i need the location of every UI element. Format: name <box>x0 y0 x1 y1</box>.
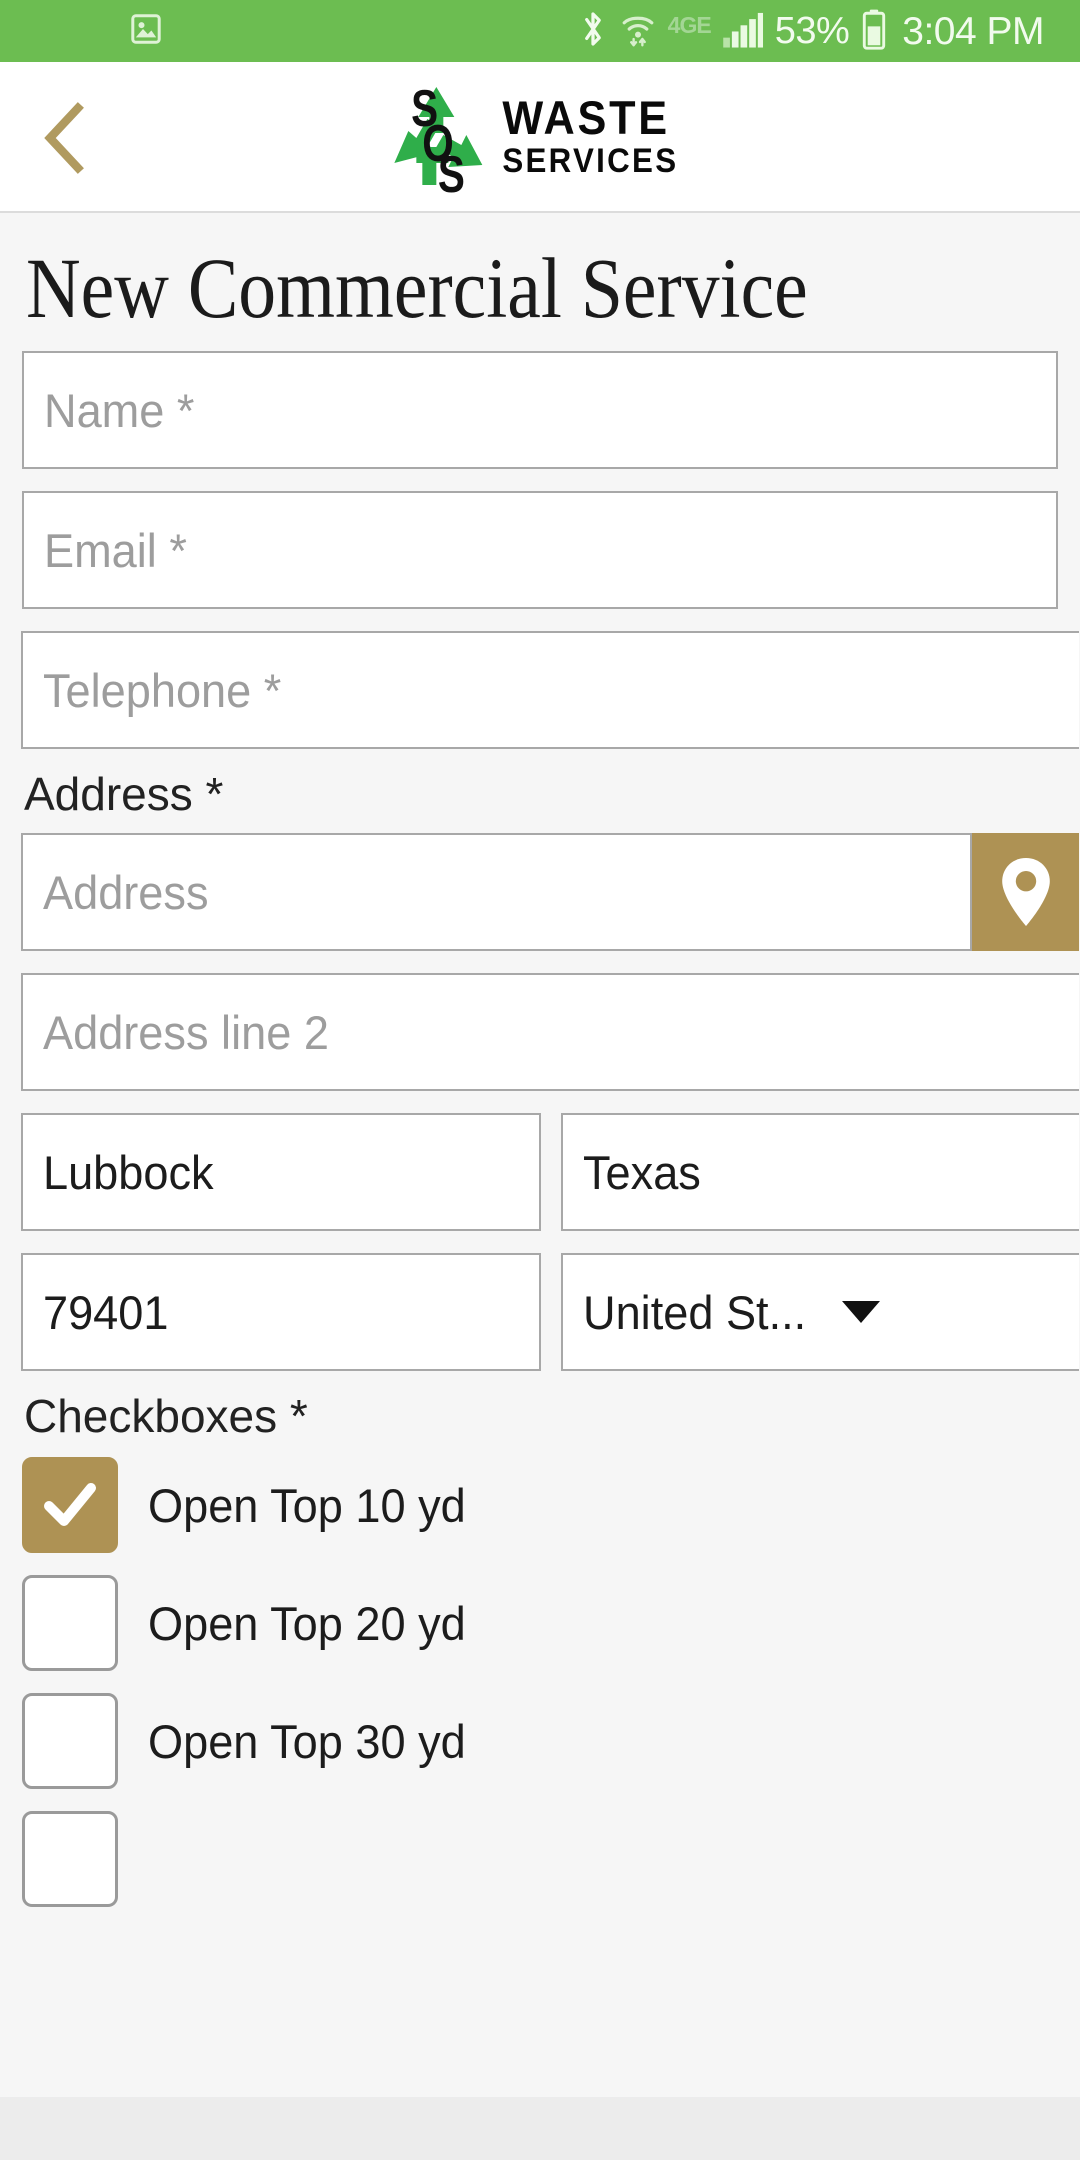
checkbox-row[interactable] <box>22 1811 1058 1907</box>
city-value: Lubbock <box>43 1145 214 1199</box>
zip-value: 79401 <box>43 1285 169 1339</box>
image-icon <box>128 11 164 52</box>
system-navigation-strip <box>0 2097 1080 2160</box>
country-value: United St... <box>583 1285 807 1339</box>
address-placeholder: Address <box>43 865 209 919</box>
name-input[interactable]: Name * <box>22 351 1058 469</box>
page-title: New Commercial Service <box>26 240 808 336</box>
address-line2-input[interactable]: Address line 2 <box>21 973 1079 1091</box>
state-value: Texas <box>583 1145 701 1199</box>
logo-line-services: SERVICES <box>502 141 679 180</box>
checkbox-label: Open Top 10 yd <box>148 1478 466 1532</box>
checkboxes-section-label: Checkboxes * <box>24 1390 308 1442</box>
status-bar: 4GE 53% 3:04 PM <box>0 0 1080 62</box>
checkbox-label: Open Top 20 yd <box>148 1596 466 1650</box>
chevron-down-icon <box>841 1301 880 1323</box>
checkbox-open-top-10yd[interactable] <box>22 1457 118 1553</box>
country-select[interactable]: United St... <box>561 1253 1079 1371</box>
name-placeholder: Name * <box>44 383 195 437</box>
checkbox-row[interactable]: Open Top 20 yd <box>22 1575 1058 1671</box>
form-scroll-area[interactable]: New Commercial Service Name * Email * Te… <box>0 213 1080 2097</box>
zip-input[interactable]: 79401 <box>21 1253 541 1371</box>
address-section-label: Address * <box>24 768 224 820</box>
location-pin-icon <box>1001 858 1050 926</box>
checkbox-row[interactable]: Open Top 10 yd <box>22 1457 1058 1553</box>
city-state-row: Lubbock Texas <box>21 1113 1079 1231</box>
app-logo: S O S WASTE SERVICES <box>386 78 693 203</box>
clock-label: 3:04 PM <box>902 9 1044 53</box>
svg-text:S: S <box>438 145 465 193</box>
check-icon <box>44 1483 96 1526</box>
phone-screen: 4GE 53% 3:04 PM S O S WASTE SERVICES New… <box>0 0 1080 2160</box>
address-row: Address <box>21 833 1079 951</box>
signal-bars-icon <box>722 9 764 54</box>
status-bar-right: 4GE 53% 3:04 PM <box>578 8 1062 55</box>
logo-wordmark: WASTE SERVICES <box>502 91 693 180</box>
checkbox-open-top-20yd[interactable] <box>22 1575 118 1671</box>
logo-line-waste: WASTE <box>502 91 670 145</box>
battery-icon <box>860 8 888 55</box>
status-bar-left <box>0 11 164 52</box>
address-input[interactable]: Address <box>21 833 972 951</box>
recycle-sos-logo-icon: S O S <box>386 78 490 203</box>
checkbox-row[interactable]: Open Top 30 yd <box>22 1693 1058 1789</box>
back-button[interactable] <box>16 90 112 186</box>
battery-percent-label: 53% <box>774 10 850 52</box>
address-locate-button[interactable] <box>972 833 1079 951</box>
telephone-input[interactable]: Telephone * <box>21 631 1079 749</box>
bluetooth-icon <box>578 9 608 54</box>
state-input[interactable]: Texas <box>561 1113 1079 1231</box>
checkbox-label: Open Top 30 yd <box>148 1714 466 1768</box>
checkbox-open-top-30yd[interactable] <box>22 1693 118 1789</box>
wifi-icon <box>619 9 657 54</box>
address-line2-placeholder: Address line 2 <box>43 1005 329 1059</box>
email-placeholder: Email * <box>44 523 187 577</box>
network-type-label: 4GE <box>667 11 712 38</box>
city-input[interactable]: Lubbock <box>21 1113 541 1231</box>
email-input[interactable]: Email * <box>22 491 1058 609</box>
zip-country-row: 79401 United St... <box>21 1253 1079 1371</box>
chevron-left-icon <box>44 102 84 174</box>
app-header: S O S WASTE SERVICES <box>0 62 1080 213</box>
telephone-placeholder: Telephone * <box>43 663 282 717</box>
checkbox-partial[interactable] <box>22 1811 118 1907</box>
